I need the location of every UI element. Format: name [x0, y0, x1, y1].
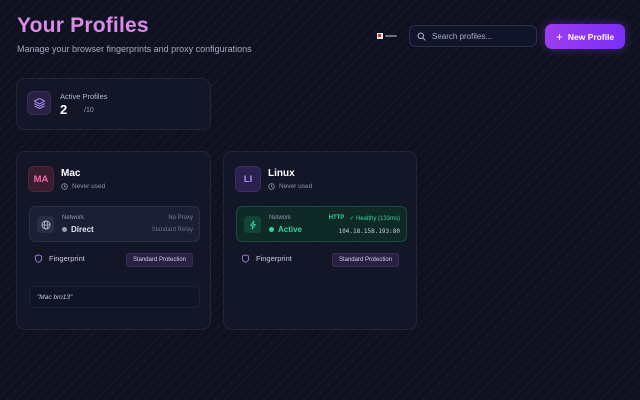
- network-state: Direct: [62, 225, 94, 234]
- profile-name: Linux: [268, 168, 295, 179]
- browser-logo-icon: [377, 32, 399, 40]
- last-used-text: Never used: [279, 183, 313, 190]
- relay-type: Standard Relay: [151, 227, 193, 233]
- stat-max: /10: [84, 107, 94, 114]
- status-dot: [269, 227, 274, 232]
- network-state-text: Active: [278, 225, 303, 234]
- clock-icon: [268, 183, 275, 190]
- last-used-text: Never used: [72, 183, 106, 190]
- protection-badge: Standard Protection: [125, 253, 193, 267]
- fingerprint-label: Fingerprint: [49, 254, 85, 263]
- profile-card-mac[interactable]: MA Mac Never used Network Direct No Prox…: [16, 151, 211, 330]
- fingerprint-row: Fingerprint: [241, 254, 292, 263]
- page-title: Your Profiles: [17, 14, 149, 37]
- fingerprint-label: Fingerprint: [256, 254, 292, 263]
- network-box: Network Active HTTP ✓ Healthy (133ms) 10…: [236, 206, 407, 242]
- active-profiles-card: Active Profiles 2 /10: [16, 78, 211, 130]
- new-profile-label: New Profile: [567, 31, 615, 42]
- profile-name: Mac: [61, 168, 81, 179]
- last-used: Never used: [268, 183, 312, 190]
- search-icon: [417, 32, 426, 41]
- proxy-health: ✓ Healthy (133ms): [349, 216, 400, 222]
- search-box[interactable]: [409, 25, 537, 47]
- profile-card-linux[interactable]: LI Linux Never used Network Active HTTP …: [223, 151, 417, 330]
- network-state: Active: [269, 225, 302, 234]
- search-input[interactable]: [432, 31, 532, 41]
- shield-icon: [241, 254, 250, 263]
- avatar: MA: [28, 166, 54, 192]
- fingerprint-row: Fingerprint: [34, 254, 85, 263]
- protection-badge: Standard Protection: [331, 253, 399, 267]
- stat-value: 2: [60, 102, 68, 117]
- last-used: Never used: [61, 183, 105, 190]
- network-label: Network: [62, 215, 85, 221]
- layers-icon: [27, 91, 51, 115]
- network-box: Network Direct No Proxy Standard Relay: [29, 206, 200, 242]
- proxy-protocol: HTTP: [328, 215, 345, 221]
- zap-icon: [244, 216, 261, 233]
- globe-icon: [37, 216, 54, 233]
- stat-label: Active Profiles: [60, 92, 108, 101]
- page-subtitle: Manage your browser fingerprints and pro…: [17, 44, 252, 54]
- avatar: LI: [235, 166, 261, 192]
- proxy-health-row: HTTP ✓ Healthy (133ms): [329, 215, 400, 222]
- network-label: Network: [269, 215, 292, 221]
- profile-note: "Mac bro13": [29, 286, 200, 308]
- clock-icon: [61, 183, 68, 190]
- status-dot: [62, 227, 67, 232]
- proxy-ip: 104.18.158.193:80: [338, 228, 400, 235]
- new-profile-button[interactable]: + New Profile: [545, 24, 625, 49]
- proxy-type: No Proxy: [168, 215, 193, 221]
- network-state-text: Direct: [71, 225, 94, 234]
- plus-icon: +: [555, 29, 563, 44]
- shield-icon: [34, 254, 43, 263]
